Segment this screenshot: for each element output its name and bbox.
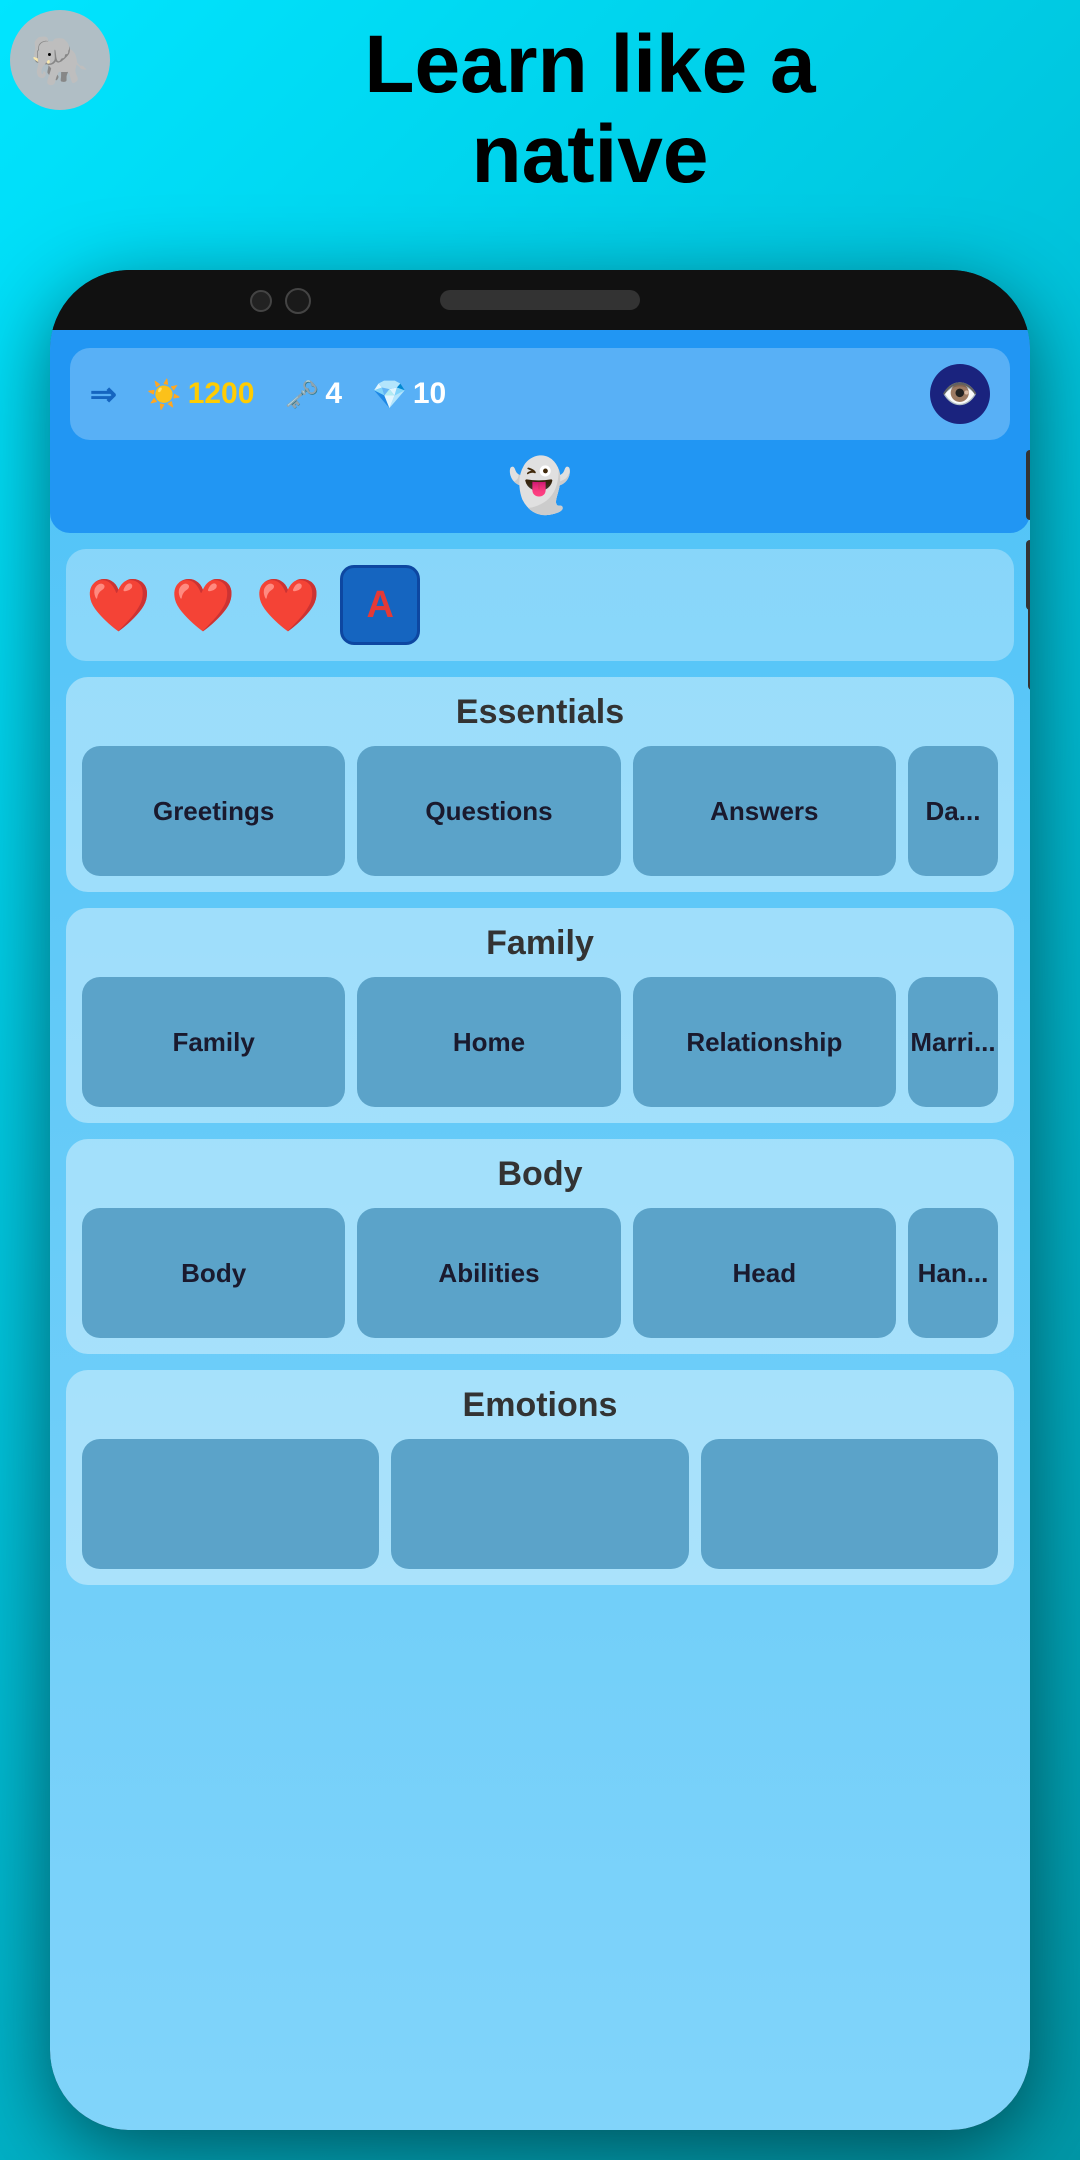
heart-1: ❤️	[86, 575, 151, 636]
phone-notch	[50, 270, 1030, 330]
power-button	[1028, 590, 1030, 690]
stats-card: ⇒ ☀️ 1200 🗝️ 4 💎 10	[70, 348, 1010, 440]
cell-relationship[interactable]: Relationship	[633, 977, 896, 1107]
content-area: ❤️ ❤️ ❤️ A Essentials Greetings Question…	[50, 533, 1030, 1617]
heart-2: ❤️	[171, 575, 236, 636]
letter-block[interactable]: A	[340, 565, 420, 645]
headline-line1: Learn like a	[364, 19, 815, 110]
section-essentials-title: Essentials	[82, 693, 998, 732]
lives-card: ❤️ ❤️ ❤️ A	[66, 549, 1014, 661]
camera-right	[285, 288, 311, 314]
mascot: 🐘	[10, 10, 130, 130]
gem-value: 10	[413, 377, 446, 411]
cell-head[interactable]: Head	[633, 1208, 896, 1338]
letter-value: A	[367, 584, 394, 627]
emotions-grid	[82, 1439, 998, 1569]
eye-button[interactable]: 👁️	[930, 364, 990, 424]
eye-icon: 👁️	[941, 377, 978, 412]
key-stat: 🗝️ 4	[284, 377, 342, 411]
section-emotions: Emotions	[66, 1370, 1014, 1585]
cell-emotions-2[interactable]	[391, 1439, 688, 1569]
section-essentials: Essentials Greetings Questions Answers D…	[66, 677, 1014, 892]
cell-home[interactable]: Home	[357, 977, 620, 1107]
cell-marriage-partial[interactable]: Marri...	[908, 977, 998, 1107]
cell-greetings[interactable]: Greetings	[82, 746, 345, 876]
section-family-title: Family	[82, 924, 998, 963]
key-icon: 🗝️	[284, 378, 319, 411]
camera-left	[250, 290, 272, 312]
sun-icon: ☀️	[147, 378, 182, 411]
ghost-icon: 👻	[508, 455, 573, 516]
cell-answers[interactable]: Answers	[633, 746, 896, 876]
mascot-face: 🐘	[30, 32, 90, 89]
family-grid: Family Home Relationship Marri...	[82, 977, 998, 1107]
xp-stat: ☀️ 1200	[147, 377, 255, 411]
ghost-row: 👻	[70, 450, 1010, 521]
headline-line2: native	[472, 109, 709, 200]
section-family: Family Family Home Relationship Marri...	[66, 908, 1014, 1123]
phone-frame: ⇒ ☀️ 1200 🗝️ 4 💎 10	[50, 270, 1030, 2130]
cell-emotions-1[interactable]	[82, 1439, 379, 1569]
gem-icon: 💎	[372, 378, 407, 411]
section-emotions-title: Emotions	[82, 1386, 998, 1425]
body-grid: Body Abilities Head Han...	[82, 1208, 998, 1338]
cell-body[interactable]: Body	[82, 1208, 345, 1338]
heart-3: ❤️	[256, 575, 321, 636]
cell-emotions-3[interactable]	[701, 1439, 998, 1569]
cell-family[interactable]: Family	[82, 977, 345, 1107]
headline: Learn like a native	[150, 20, 1030, 200]
speaker	[440, 290, 640, 310]
arrows-stat: ⇒	[90, 375, 117, 413]
essentials-grid: Greetings Questions Answers Da...	[82, 746, 998, 876]
arrows-icon: ⇒	[90, 375, 117, 413]
app-header: ⇒ ☀️ 1200 🗝️ 4 💎 10	[50, 330, 1030, 533]
section-body-title: Body	[82, 1155, 998, 1194]
xp-value: 1200	[188, 377, 255, 411]
cell-days-partial[interactable]: Da...	[908, 746, 998, 876]
cell-abilities[interactable]: Abilities	[357, 1208, 620, 1338]
volume-up-button	[1026, 450, 1030, 520]
cell-hands-partial[interactable]: Han...	[908, 1208, 998, 1338]
cell-questions[interactable]: Questions	[357, 746, 620, 876]
key-value: 4	[325, 377, 342, 411]
gem-stat: 💎 10	[372, 377, 446, 411]
app-screen: ⇒ ☀️ 1200 🗝️ 4 💎 10	[50, 330, 1030, 2130]
section-body: Body Body Abilities Head Han...	[66, 1139, 1014, 1354]
